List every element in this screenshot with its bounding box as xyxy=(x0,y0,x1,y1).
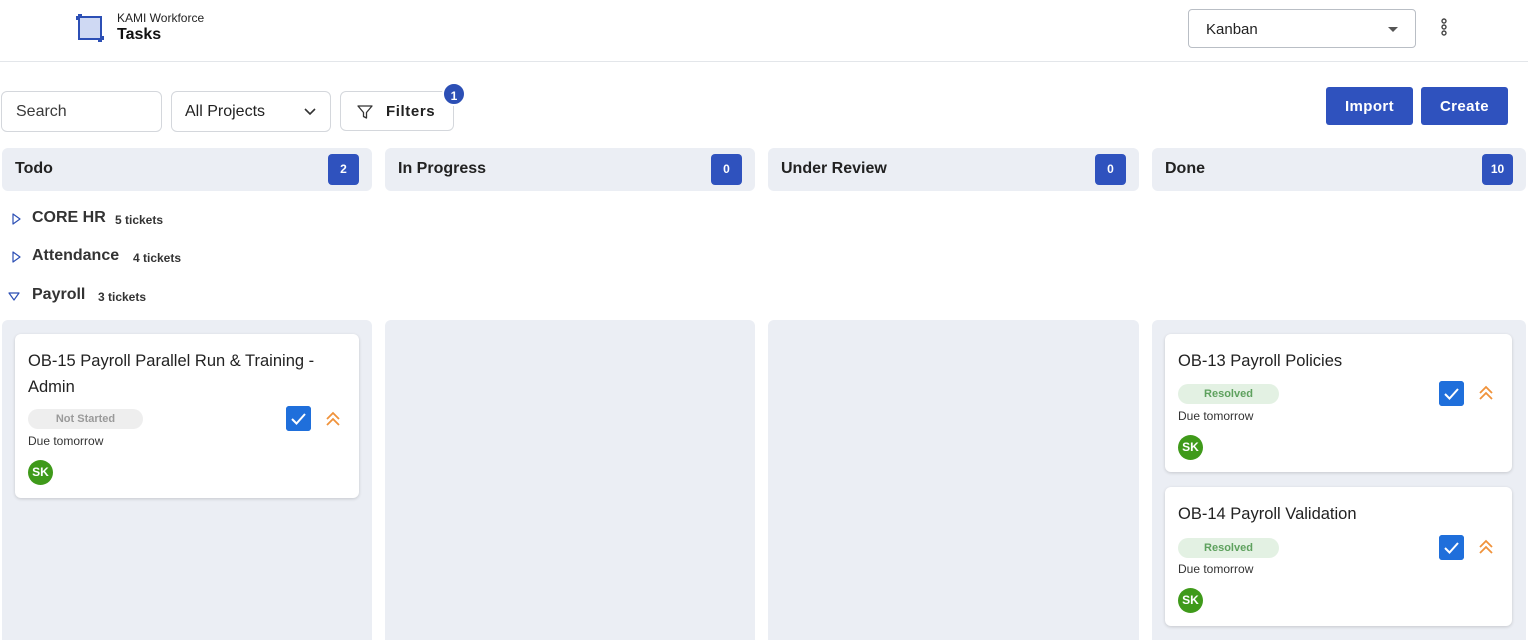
task-card[interactable]: OB-15 Payroll Parallel Run & Training - … xyxy=(15,334,359,498)
column-header-done: Done 10 xyxy=(1152,148,1526,191)
double-chevron-up-icon xyxy=(326,411,340,426)
group-attendance[interactable]: Attendance 4 tickets xyxy=(10,247,230,269)
lane-in-progress xyxy=(385,320,755,640)
due-date: Due tomorrow xyxy=(1178,409,1254,423)
triangle-right-icon xyxy=(12,213,21,225)
column-title: Under Review xyxy=(781,160,887,177)
task-title: OB-14 Payroll Validation xyxy=(1178,505,1357,523)
page-title: Tasks xyxy=(117,26,162,43)
filters-button[interactable]: Filters 1 xyxy=(340,82,466,131)
import-button[interactable]: Import xyxy=(1326,87,1413,125)
avatar: SK xyxy=(1178,435,1203,460)
filters-label: Filters xyxy=(386,103,436,120)
group-ticket-count: 4 tickets xyxy=(133,251,182,265)
task-title: OB-13 Payroll Policies xyxy=(1178,352,1343,370)
group-name: CORE HR xyxy=(32,209,106,226)
due-date: Due tomorrow xyxy=(1178,562,1254,576)
kebab-menu-icon[interactable] xyxy=(1436,14,1452,42)
lane-done: OB-13 Payroll Policies Resolved Due tomo… xyxy=(1152,320,1526,640)
task-card[interactable]: OB-13 Payroll Policies Resolved Due tomo… xyxy=(1165,334,1512,472)
status-badge: Resolved xyxy=(1178,538,1279,558)
column-count-badge: 0 xyxy=(1095,154,1126,185)
funnel-icon xyxy=(357,105,373,119)
group-ticket-count: 5 tickets xyxy=(115,213,164,227)
search-input[interactable] xyxy=(1,91,162,132)
task-title: OB-15 Payroll Parallel Run & Training - … xyxy=(28,352,315,396)
avatar: SK xyxy=(1178,588,1203,613)
lane-todo: OB-15 Payroll Parallel Run & Training - … xyxy=(2,320,372,640)
group-name: Payroll xyxy=(32,286,86,303)
chevron-down-icon xyxy=(304,108,316,116)
status-badge: Not Started xyxy=(28,409,143,429)
checkbox-icon[interactable] xyxy=(286,406,311,431)
lane-under-review xyxy=(768,320,1139,640)
project-select-value: All Projects xyxy=(185,103,266,120)
brand-subtitle: KAMI Workforce xyxy=(117,11,205,25)
group-core-hr[interactable]: CORE HR 5 tickets xyxy=(10,209,210,231)
triangle-down-icon xyxy=(8,292,20,301)
column-header-under-review: Under Review 0 xyxy=(768,148,1139,191)
column-count-badge: 2 xyxy=(328,154,359,185)
checkbox-icon[interactable] xyxy=(1439,535,1464,560)
avatar: SK xyxy=(28,460,53,485)
double-chevron-up-icon xyxy=(1479,539,1493,554)
column-header-todo: Todo 2 xyxy=(2,148,372,191)
group-name: Attendance xyxy=(32,247,120,264)
checkbox-icon[interactable] xyxy=(1439,381,1464,406)
triangle-right-icon xyxy=(12,251,21,263)
top-bar: KAMI Workforce Tasks Kanban xyxy=(0,0,1528,62)
group-payroll[interactable]: Payroll 3 tickets xyxy=(8,286,210,308)
status-badge: Resolved xyxy=(1178,384,1279,404)
create-button[interactable]: Create xyxy=(1421,87,1508,125)
project-select[interactable]: All Projects xyxy=(171,91,331,132)
filters-count-badge: 1 xyxy=(442,82,466,106)
column-title: Todo xyxy=(15,160,53,177)
column-count-badge: 0 xyxy=(711,154,742,185)
task-card[interactable]: OB-14 Payroll Validation Resolved Due to… xyxy=(1165,487,1512,626)
caret-down-icon xyxy=(1388,27,1398,32)
double-chevron-up-icon xyxy=(1479,385,1493,400)
view-select-value: Kanban xyxy=(1206,21,1258,38)
column-count-badge: 10 xyxy=(1482,154,1513,185)
column-header-in-progress: In Progress 0 xyxy=(385,148,755,191)
view-select[interactable]: Kanban xyxy=(1188,9,1416,48)
group-ticket-count: 3 tickets xyxy=(98,290,147,304)
due-date: Due tomorrow xyxy=(28,434,104,448)
crop-logo-icon[interactable] xyxy=(72,10,108,46)
column-title: Done xyxy=(1165,160,1205,177)
column-title: In Progress xyxy=(398,160,487,177)
